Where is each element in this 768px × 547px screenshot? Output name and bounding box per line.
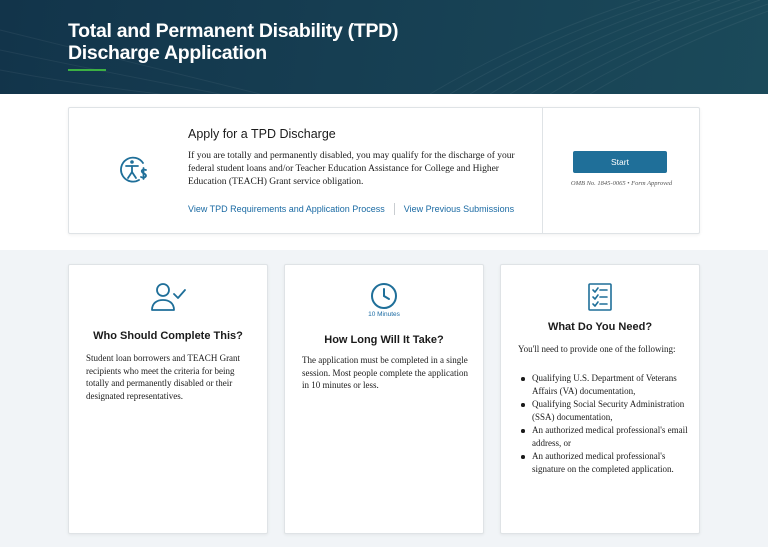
apply-heading: Apply for a TPD Discharge	[188, 127, 336, 141]
requirements-link[interactable]: View TPD Requirements and Application Pr…	[188, 204, 385, 214]
how-long-text: The application must be completed in a s…	[302, 355, 468, 390]
what-need-card: What Do You Need? You'll need to provide…	[500, 264, 700, 534]
title-underline	[68, 69, 106, 71]
list-item: An authorized medical professional's sig…	[518, 450, 690, 475]
start-button[interactable]: Start	[573, 151, 667, 173]
who-title: Who Should Complete This?	[93, 330, 243, 342]
apply-card: Apply for a TPD Discharge If you are tot…	[68, 107, 700, 234]
accessibility-dollar-icon	[120, 156, 147, 183]
who-card: Who Should Complete This? Student loan b…	[68, 264, 268, 534]
duration-label: 10 Minutes	[368, 311, 400, 318]
how-long-title: How Long Will It Take?	[324, 334, 444, 346]
omb-note: OMB No. 1845-0065 • Form Approved	[570, 180, 673, 187]
list-item: Qualifying U.S. Department of Veterans A…	[518, 372, 690, 397]
what-need-title: What Do You Need?	[547, 321, 653, 333]
who-text: Student loan borrowers and TEACH Grant r…	[86, 353, 241, 401]
clock-icon	[371, 283, 397, 309]
person-check-icon	[151, 283, 186, 311]
list-item: Qualifying Social Security Administratio…	[518, 398, 690, 423]
apply-divider	[542, 108, 543, 233]
list-item: An authorized medical professional's ema…	[518, 424, 690, 449]
what-need-intro: You'll need to provide one of the follow…	[518, 344, 676, 354]
checklist-icon	[588, 283, 612, 311]
apply-description: If you are totally and permanently disab…	[188, 151, 515, 187]
page-header: Total and Permanent Disability (TPD) Dis…	[0, 0, 768, 94]
previous-submissions-link[interactable]: View Previous Submissions	[404, 204, 514, 214]
link-separator	[393, 203, 395, 215]
page-title: Total and Permanent Disability (TPD) Dis…	[68, 20, 399, 64]
how-long-card: 10 Minutes How Long Will It Take? The ap…	[284, 264, 484, 534]
apply-links: View TPD Requirements and Application Pr…	[188, 203, 514, 215]
requirements-list: Qualifying U.S. Department of Veterans A…	[518, 372, 690, 476]
